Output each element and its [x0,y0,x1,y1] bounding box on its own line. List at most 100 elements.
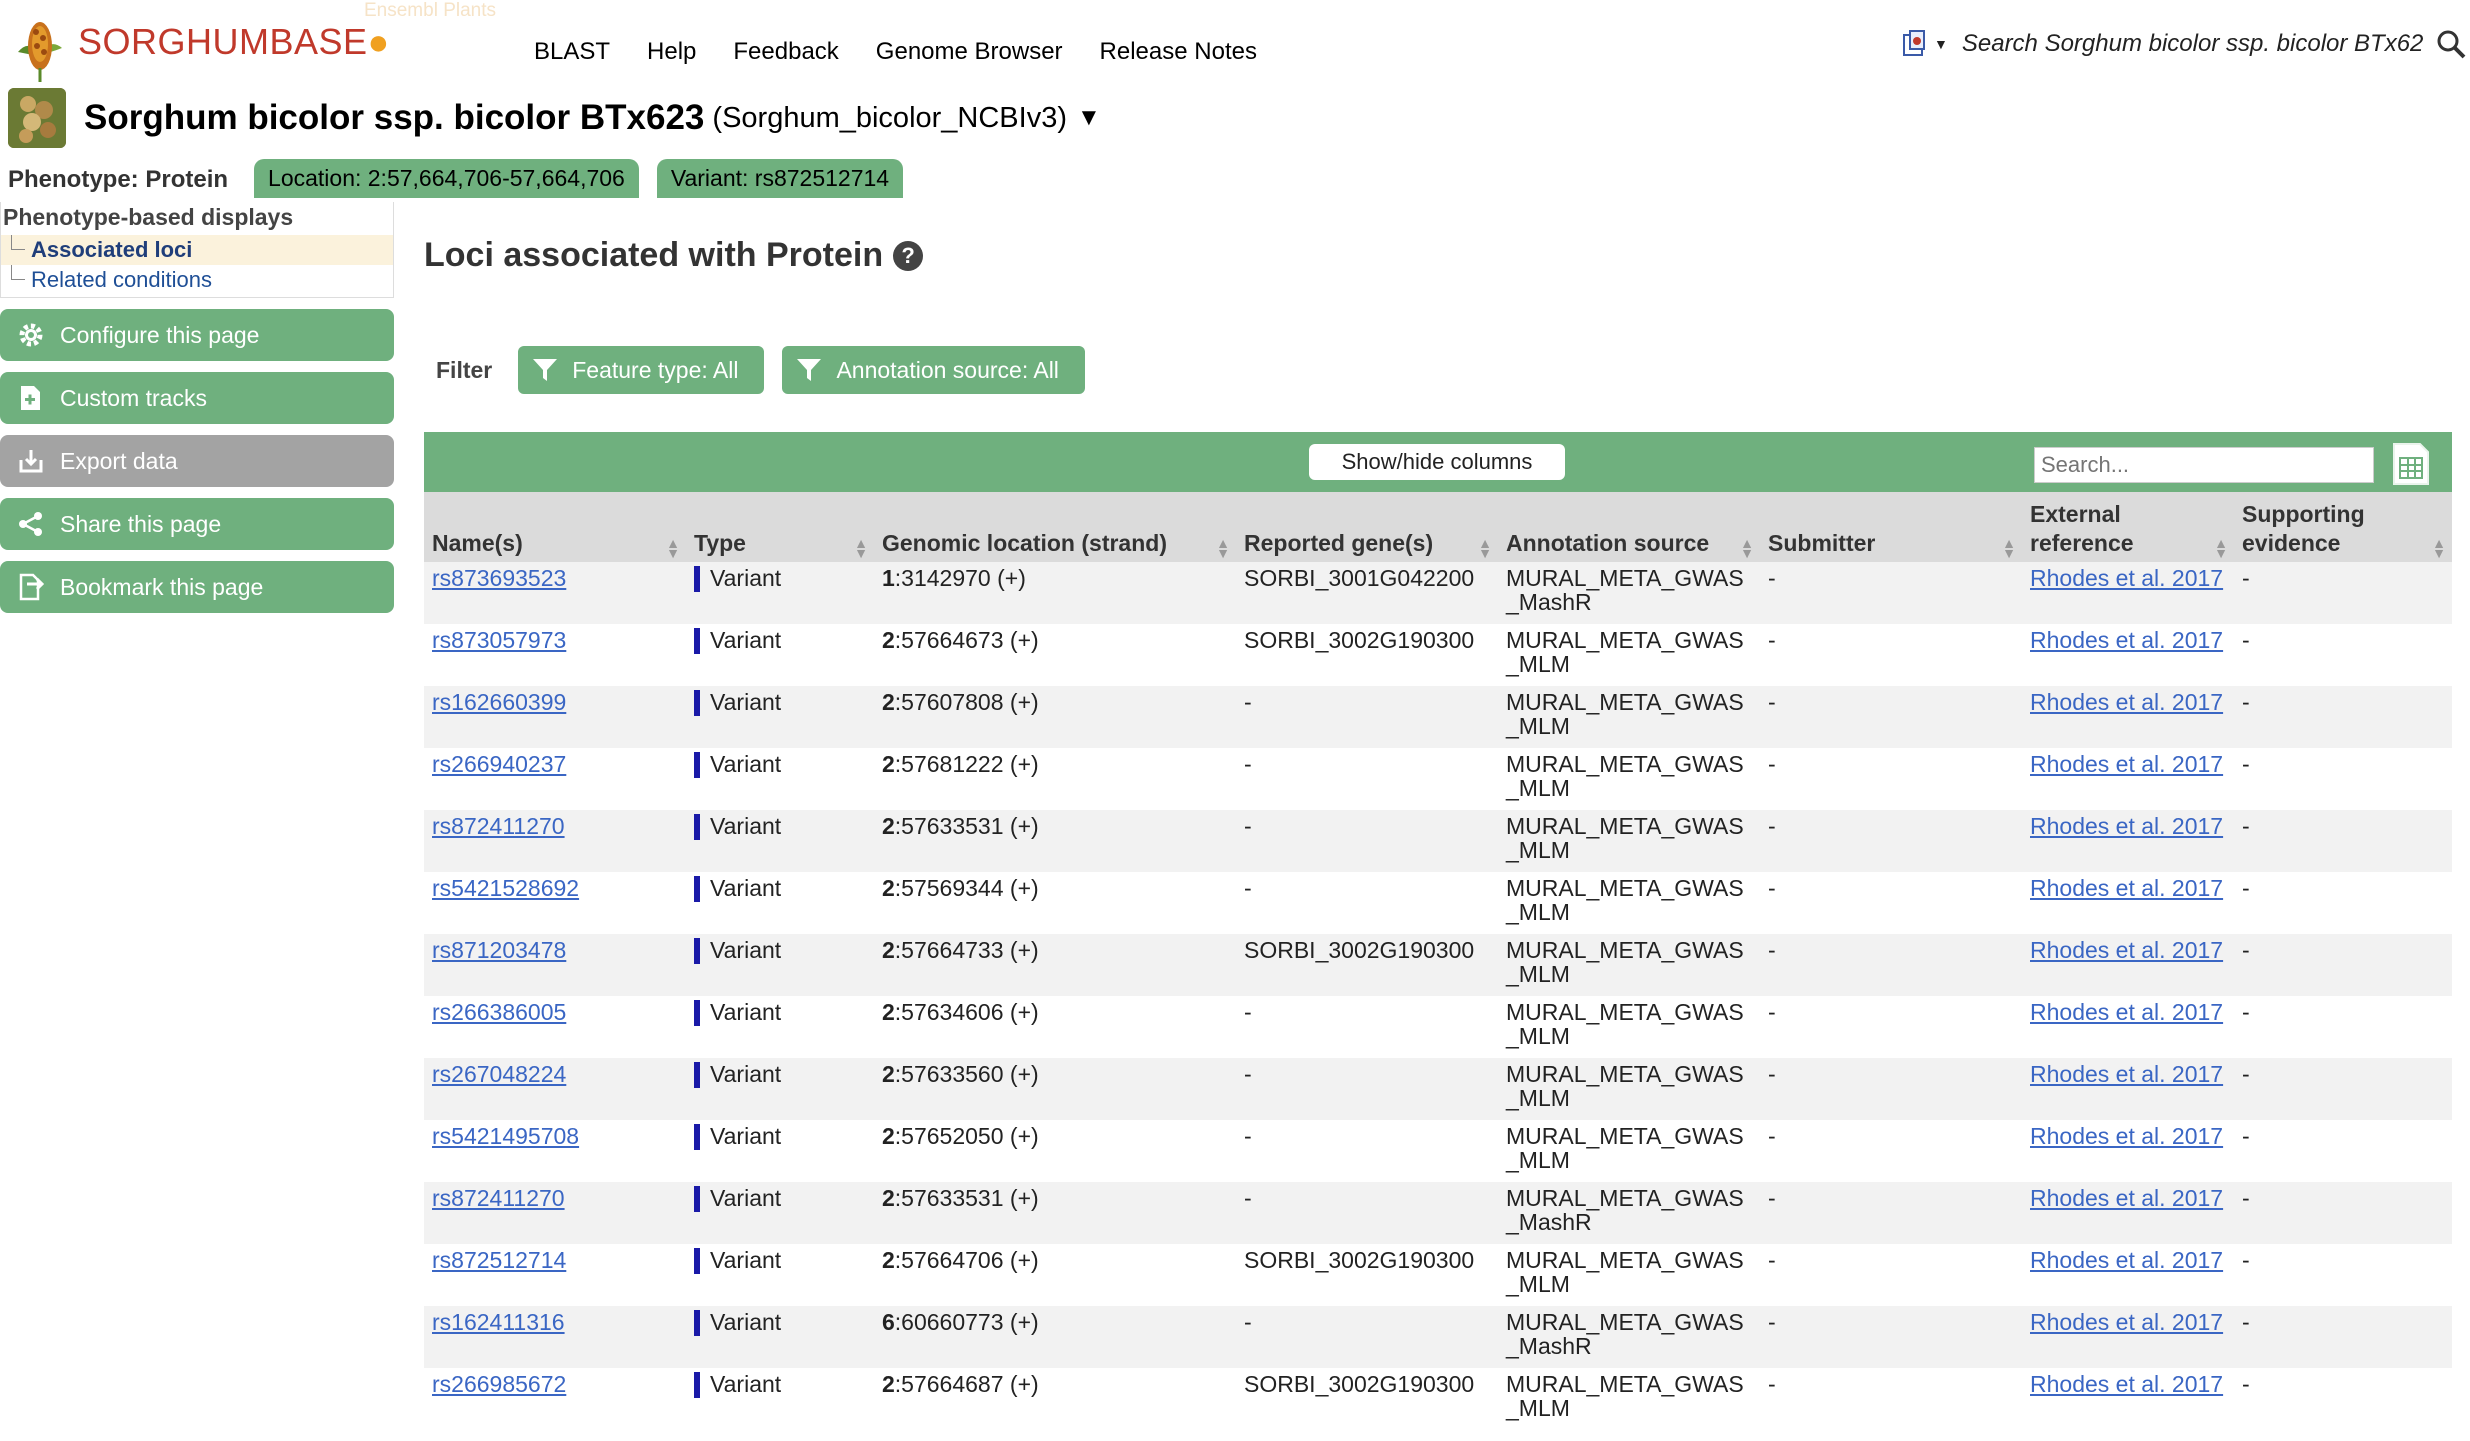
column-header-annotation-source[interactable]: Annotation source ▲ ▼ [1498,492,1760,562]
variant-link[interactable]: rs872411270 [432,813,565,839]
nav-feedback[interactable]: Feedback [733,38,838,66]
chromosome: 2 [882,875,895,901]
reference-link[interactable]: Rhodes et al. 2017 [2030,875,2223,901]
variant-link[interactable]: rs871203478 [432,937,566,963]
reference-link[interactable]: Rhodes et al. 2017 [2030,689,2223,715]
cell-evidence: - [2242,999,2250,1025]
reference-link[interactable]: Rhodes et al. 2017 [2030,1123,2223,1149]
type-text: Variant [710,565,782,591]
column-header-genes[interactable]: Reported gene(s) ▲ ▼ [1236,492,1498,562]
reference-link[interactable]: Rhodes et al. 2017 [2030,1247,2223,1273]
reference-link[interactable]: Rhodes et al. 2017 [2030,1309,2223,1335]
variant-type-marker [694,690,700,716]
table-row: rs872411270 Variant 2:57633531 (+) - MURAL_M… [424,1182,2452,1244]
tab-location[interactable]: Location: 2:57,664,706-57,664,706 [254,159,639,198]
database-icon[interactable] [1900,29,1930,59]
cell-evidence: - [2242,1185,2250,1211]
reference-link[interactable]: Rhodes et al. 2017 [2030,1371,2223,1397]
configure-page-button[interactable]: Configure this page [0,309,394,361]
column-header-location[interactable]: Genomic location (strand) ▲ ▼ [874,492,1236,562]
sort-icon[interactable]: ▲ ▼ [2432,536,2446,560]
sort-icon[interactable]: ▲ ▼ [854,536,868,560]
reference-link[interactable]: Rhodes et al. 2017 [2030,1061,2223,1087]
filter-row: Filter Feature type: All Annotation sour… [436,346,1103,394]
nav-genome-browser[interactable]: Genome Browser [876,38,1063,66]
bookmark-page-button[interactable]: Bookmark this page [0,561,394,613]
type-text: Variant [710,1371,782,1397]
sort-icon[interactable]: ▲ ▼ [1740,536,1754,560]
variant-link[interactable]: rs872512714 [432,1247,566,1273]
nav-blast[interactable]: BLAST [534,38,610,66]
reference-link[interactable]: Rhodes et al. 2017 [2030,627,2223,653]
tab-phenotype[interactable]: Phenotype: Protein [0,166,236,198]
table-search-input[interactable] [2034,447,2374,483]
source-line-1: MURAL_META_GWAS [1506,627,1744,653]
tab-variant[interactable]: Variant: rs872512714 [656,159,904,198]
sidebar-item-associated-loci[interactable]: Associated loci [1,235,393,265]
site-logo[interactable]: SORGHUMBASE● [8,8,390,82]
cell-gene: - [1244,1123,1252,1149]
cell-location: 2:57664706 (+) [874,1244,1236,1306]
species-name: Sorghum bicolor ssp. bicolor BTx623 [84,98,705,137]
variant-link[interactable]: rs162411316 [432,1309,565,1335]
search-icon[interactable] [2435,28,2467,60]
annotation-source-filter-button[interactable]: Annotation source: All [782,346,1085,394]
cell-submitter: - [1768,627,1776,653]
cell-gene: - [1244,1061,1252,1087]
side-menu: Phenotype-based displays Associated loci… [0,202,394,298]
show-hide-columns-button[interactable]: Show/hide columns [1309,444,1565,480]
sort-icon[interactable]: ▲ ▼ [2214,536,2228,560]
search-scope-caret-icon[interactable]: ▼ [1934,36,1948,52]
variant-link[interactable]: rs267048224 [432,1061,566,1087]
sort-icon[interactable]: ▲ ▼ [2002,536,2016,560]
download-table-icon[interactable] [2392,442,2430,486]
nav-release-notes[interactable]: Release Notes [1100,38,1257,66]
sidebar-item-related-conditions[interactable]: Related conditions [1,265,393,295]
type-text: Variant [710,627,782,653]
reference-link[interactable]: Rhodes et al. 2017 [2030,1185,2223,1211]
export-icon [16,446,46,476]
cell-gene: SORBI_3001G042200 [1244,565,1475,591]
variant-type-marker [694,1248,700,1274]
custom-tracks-icon [16,383,46,413]
share-page-button[interactable]: Share this page [0,498,394,550]
reference-link[interactable]: Rhodes et al. 2017 [2030,565,2223,591]
sort-icon[interactable]: ▲ ▼ [1216,536,1230,560]
type-text: Variant [710,1185,782,1211]
column-header-submitter[interactable]: Submitter ▲ ▼ [1760,492,2022,562]
variant-link[interactable]: rs266985672 [432,1371,566,1397]
feature-type-filter-button[interactable]: Feature type: All [518,346,765,394]
source-line-2: _MashR [1506,589,1592,615]
variant-link[interactable]: rs266940237 [432,751,566,777]
variant-link[interactable]: rs162660399 [432,689,566,715]
assembly-dropdown-icon[interactable]: ▼ [1077,104,1101,132]
column-header-type[interactable]: Type ▲ ▼ [686,492,874,562]
column-header-names[interactable]: Name(s) ▲ ▼ [424,492,686,562]
nav-help[interactable]: Help [647,38,696,66]
sort-icon[interactable]: ▲ ▼ [1478,536,1492,560]
reference-link[interactable]: Rhodes et al. 2017 [2030,813,2223,839]
variant-link[interactable]: rs266386005 [432,999,566,1025]
reference-link[interactable]: Rhodes et al. 2017 [2030,937,2223,963]
cell-annotation-source: MURAL_META_GWAS _MLM [1498,1368,1760,1430]
site-search[interactable]: ▼ Search Sorghum bicolor ssp. bicolor BT… [1900,28,2467,60]
cell-evidence: - [2242,937,2250,963]
sort-icon[interactable]: ▲ ▼ [666,536,680,560]
reference-link[interactable]: Rhodes et al. 2017 [2030,751,2223,777]
variant-link[interactable]: rs873057973 [432,627,566,653]
export-data-button[interactable]: Export data [0,435,394,487]
top-nav: BLAST Help Feedback Genome Browser Relea… [534,38,1257,66]
variant-link[interactable]: rs873693523 [432,565,566,591]
reference-link[interactable]: Rhodes et al. 2017 [2030,999,2223,1025]
variant-link[interactable]: rs872411270 [432,1185,565,1211]
source-line-1: MURAL_META_GWAS [1506,751,1744,777]
source-line-2: _MashR [1506,1209,1592,1235]
species-assembly[interactable]: (Sorghum_bicolor_NCBIv3) [712,102,1067,135]
variant-link[interactable]: rs5421528692 [432,875,579,901]
help-icon[interactable]: ? [893,240,924,271]
search-text[interactable]: Search Sorghum bicolor ssp. bicolor BTx6… [1962,30,2424,58]
column-header-supporting-evidence[interactable]: Supporting evidence ▲ ▼ [2234,492,2452,562]
variant-link[interactable]: rs5421495708 [432,1123,579,1149]
column-header-external-reference[interactable]: External reference ▲ ▼ [2022,492,2234,562]
custom-tracks-button[interactable]: Custom tracks [0,372,394,424]
